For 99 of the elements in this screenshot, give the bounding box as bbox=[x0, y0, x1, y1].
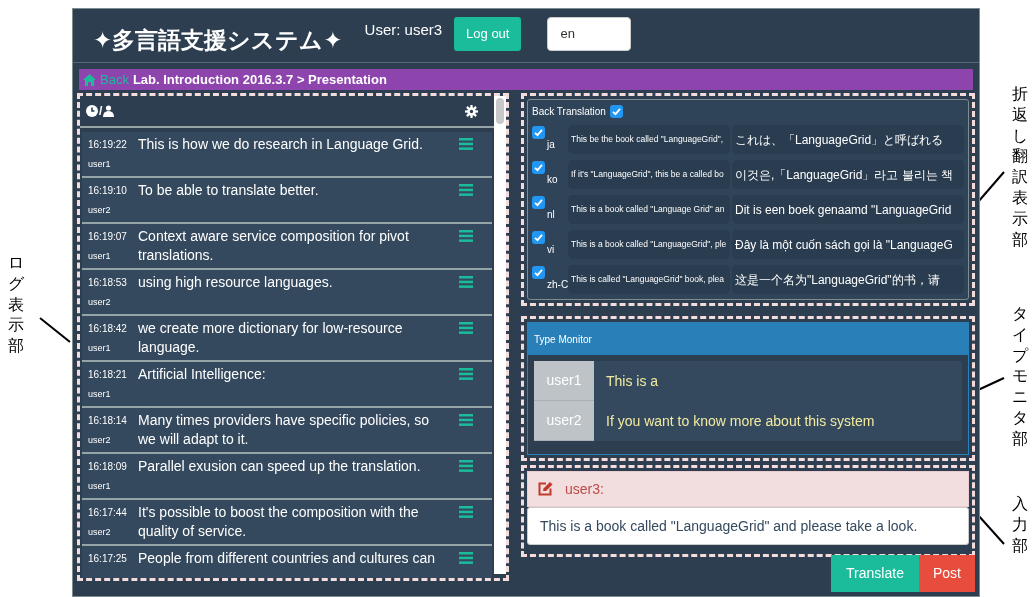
typing-text: This is a bbox=[606, 371, 659, 391]
clock-icon bbox=[86, 105, 98, 117]
log-entry[interactable]: 16:17:44 user2 It's possible to boost the composition with the quality of service. bbox=[82, 500, 492, 546]
back-translation-text: If it's "LanguageGrid", this be a called bo bbox=[568, 160, 730, 189]
log-user: user2 bbox=[88, 434, 112, 447]
user-label: User: user3 bbox=[364, 20, 443, 40]
log-time: 16:17:44 bbox=[88, 506, 128, 520]
log-message: This is how we do research in Language Grid. bbox=[138, 135, 424, 154]
scrollbar-thumb[interactable] bbox=[496, 98, 504, 124]
menu-icon[interactable] bbox=[459, 414, 473, 426]
log-user: user1 bbox=[88, 388, 112, 401]
menu-icon[interactable] bbox=[459, 276, 473, 288]
back-translation-label: Back Translation bbox=[532, 105, 606, 119]
log-user: user1 bbox=[88, 158, 112, 171]
log-entry[interactable]: 16:19:07 user1 Context aware service composition for pivot translations. bbox=[82, 224, 492, 270]
log-message: using high resource languages. bbox=[138, 273, 334, 292]
leader-line bbox=[977, 377, 1005, 391]
person-icon bbox=[103, 105, 115, 117]
edit-icon bbox=[538, 482, 553, 496]
log-time: 16:17:25 bbox=[88, 552, 128, 566]
typing-user: user2 bbox=[534, 401, 594, 441]
checkbox[interactable] bbox=[609, 105, 623, 118]
menu-icon[interactable] bbox=[459, 138, 473, 150]
post-button[interactable]: Post bbox=[919, 555, 975, 592]
back-translation-text: This is a book called "LanguageGrid", ple bbox=[568, 230, 730, 259]
message-input[interactable]: This is a book called "LanguageGrid" and please take a look. bbox=[527, 507, 969, 545]
log-message: It's possible to boost the composition with the quality of service. bbox=[138, 503, 420, 541]
log-message: Parallel exusion can speed up the translation. bbox=[138, 457, 422, 476]
menu-icon[interactable] bbox=[459, 368, 473, 380]
annotation-label: ログ表示部 bbox=[8, 253, 24, 357]
log-entry[interactable]: 16:19:10 user2 To be able to translate better. bbox=[82, 178, 492, 224]
log-entry[interactable]: 16:17:25 People from different countries and cultures can bbox=[82, 546, 492, 578]
menu-icon[interactable] bbox=[459, 460, 473, 472]
log-time: 16:18:09 bbox=[88, 460, 128, 474]
home-icon bbox=[83, 73, 96, 86]
log-entry[interactable]: 16:18:42 user1 we create more dictionary for low-resource language. bbox=[82, 316, 492, 362]
log-user: user2 bbox=[88, 296, 112, 309]
log-user: user1 bbox=[88, 250, 112, 263]
separator-text: / bbox=[99, 103, 103, 120]
log-user: user2 bbox=[88, 204, 112, 217]
log-entry[interactable]: 16:19:22 user1 This is how we do research in Language Grid. bbox=[82, 132, 492, 178]
type-monitor-title: Type Monitor bbox=[534, 332, 592, 347]
language-code: vi bbox=[547, 243, 556, 257]
log-entry[interactable]: 16:18:21 user1 Artificial Intelligence: bbox=[82, 362, 492, 408]
breadcrumb-path: Lab. Introduction 2016.3.7 > Presentation bbox=[132, 70, 387, 89]
log-user: user2 bbox=[88, 526, 112, 539]
input-user-label: user3: bbox=[565, 479, 604, 499]
checkbox[interactable] bbox=[532, 126, 545, 139]
typing-user: user1 bbox=[534, 361, 594, 401]
menu-icon[interactable] bbox=[459, 322, 473, 334]
back-translation-text: This is called "LanguageGrid" book, plea bbox=[568, 265, 730, 294]
log-entry[interactable]: 16:18:14 user2 Many times providers have specific policies, so we will adapt to it. bbox=[82, 408, 492, 454]
language-code: ja bbox=[547, 138, 556, 152]
translation-text: Đây là một cuốn sách gọi là "LanguageG bbox=[732, 230, 964, 259]
checkbox[interactable] bbox=[532, 196, 545, 209]
checkbox[interactable] bbox=[532, 161, 545, 174]
translation-text: Dit is een boek genaamd "LanguageGrid bbox=[732, 195, 964, 224]
log-message: we create more dictionary for low-resource language. bbox=[138, 319, 404, 357]
annotation-label: 入力部 bbox=[1012, 494, 1028, 556]
leader-line bbox=[977, 514, 1005, 545]
log-time: 16:18:42 bbox=[88, 322, 128, 336]
log-time: 16:18:53 bbox=[88, 276, 128, 290]
back-translation-text: This is a book called "Language Grid" an bbox=[568, 195, 730, 224]
scrollbar[interactable] bbox=[494, 96, 506, 574]
language-code: zh-C bbox=[547, 278, 566, 292]
leader-line bbox=[39, 317, 71, 343]
log-time: 16:19:10 bbox=[88, 184, 128, 198]
log-message: Many times providers have specific policies, so we will adapt to it. bbox=[138, 411, 430, 449]
language-code: nl bbox=[547, 208, 556, 222]
log-entry[interactable]: 16:18:53 user2 using high resource languages. bbox=[82, 270, 492, 316]
menu-icon[interactable] bbox=[459, 184, 473, 196]
settings-icon[interactable] bbox=[465, 104, 478, 118]
log-time: 16:19:07 bbox=[88, 230, 128, 244]
checkbox[interactable] bbox=[532, 231, 545, 244]
log-user: user1 bbox=[88, 342, 112, 355]
log-time: 16:19:22 bbox=[88, 138, 128, 152]
language-field[interactable]: en bbox=[547, 17, 632, 51]
log-time: 16:18:14 bbox=[88, 414, 128, 428]
language-code: ko bbox=[547, 173, 559, 187]
menu-icon[interactable] bbox=[459, 552, 473, 564]
annotation-label: タイプモニタ部 bbox=[1012, 304, 1028, 449]
leader-line bbox=[977, 171, 1005, 203]
translation-text: これは、「LanguageGrid」と呼ばれる bbox=[732, 125, 964, 154]
log-user: user1 bbox=[88, 480, 112, 493]
translation-text: 这是一个名为"LanguageGrid"的书，请 bbox=[732, 265, 964, 294]
checkbox[interactable] bbox=[532, 266, 545, 279]
menu-icon[interactable] bbox=[459, 506, 473, 518]
translation-text: 이것은,「LanguageGrid」라고 불리는 책 bbox=[732, 160, 964, 189]
log-entry[interactable]: 16:18:09 user1 Parallel exusion can speed up the translation. bbox=[82, 454, 492, 500]
log-time: 16:18:21 bbox=[88, 368, 128, 382]
log-message: People from different countries and cultures can bbox=[138, 549, 437, 568]
log-message: To be able to translate better. bbox=[138, 181, 320, 200]
menu-icon[interactable] bbox=[459, 230, 473, 242]
app-title: ✦多言語支援システム✦ bbox=[93, 26, 343, 55]
annotation-label: 折返し翻訳表示部 bbox=[1012, 84, 1028, 250]
back-translation-text: This be the book called "LanguageGrid", bbox=[568, 125, 730, 154]
log-message: Artificial Intelligence: bbox=[138, 365, 267, 384]
log-message: Context aware service composition for pivot translations. bbox=[138, 227, 410, 265]
typing-text: If you want to know more about this system bbox=[606, 411, 875, 431]
